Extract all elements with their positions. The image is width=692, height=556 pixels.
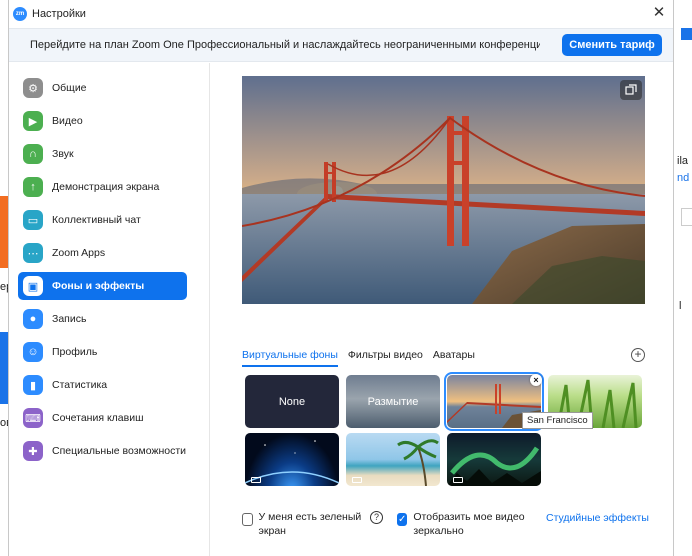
green-screen-label: У меня есть зеленый экран [258,511,362,537]
sidebar-item-keyboard[interactable]: ⌨ Сочетания клавиш [18,404,187,432]
sidebar-item-label: Профиль [52,346,98,358]
video-background-icon [352,477,362,483]
help-icon[interactable]: ? [370,511,383,524]
title-bar: zm Настройки [9,0,673,28]
desktop-text-fragment: l [679,300,682,312]
sidebar-item-label: Фоны и эффекты [52,280,145,292]
sidebar-item-label: Статистика [52,379,108,391]
sidebar-item-background[interactable]: ▣ Фоны и эффекты [18,272,187,300]
desktop-blue-square [681,28,692,40]
copy-icon[interactable] [620,80,642,100]
studio-effects-link[interactable]: Студийные эффекты [546,512,649,524]
sidebar-item-share-screen[interactable]: ↑ Демонстрация экрана [18,173,187,201]
add-background-button[interactable]: + [631,348,645,362]
video-background-icon [251,477,261,483]
sidebar-item-label: Коллективный чат [52,214,141,226]
sidebar-item-label: Демонстрация экрана [52,181,160,193]
background-icon: ▣ [23,276,43,296]
green-screen-checkbox[interactable] [242,513,253,526]
sidebar-item-statistics[interactable]: ▮ Статистика [18,371,187,399]
background-thumb-none[interactable]: None [245,375,339,428]
upgrade-plan-button[interactable]: Сменить тариф [562,34,662,56]
sidebar-item-headphones[interactable]: ∩ Звук [18,140,187,168]
video-camera-icon: ▶ [23,111,43,131]
sidebar-item-accessibility[interactable]: ✚ Специальные возможности [18,437,187,465]
desktop-right-fragment: ila nd l [672,0,692,556]
settings-window: zm Настройки ✕ Перейдите на план Zoom On… [8,0,674,556]
sidebar-item-gear[interactable]: ⚙ Общие [18,74,187,102]
gear-icon: ⚙ [23,78,43,98]
desktop-box-fragment [681,208,692,226]
sidebar-item-video-camera[interactable]: ▶ Видео [18,107,187,135]
background-thumb-label: Размытие [367,395,419,408]
sidebar-item-profile[interactable]: ☺ Профиль [18,338,187,366]
background-thumb-blur[interactable]: Размытие [346,375,440,428]
apps-icon: ⋯ [23,243,43,263]
settings-sidebar: ⚙ Общие ▶ Видео ∩ Звук ↑ Демонстрация экрана ▭ Ко… [9,63,210,556]
green-screen-option: У меня есть зеленый экран [242,510,362,538]
sidebar-item-label: Запись [52,313,87,325]
statistics-icon: ▮ [23,375,43,395]
accessibility-icon: ✚ [23,441,43,461]
sidebar-item-label: Общие [52,82,87,94]
background-tabs: Виртуальные фоны Фильтры видео Аватары [242,345,485,367]
background-thumb-beach[interactable] [346,433,440,486]
sidebar-item-apps[interactable]: ⋯ Zoom Apps [18,239,187,267]
sidebar-item-label: Zoom Apps [52,247,106,259]
share-screen-icon: ↑ [23,177,43,197]
sidebar-item-chat[interactable]: ▭ Коллективный чат [18,206,187,234]
mirror-video-checkbox[interactable]: ✓ [397,513,408,526]
background-thumb-earth[interactable] [245,433,339,486]
desktop-link-fragment: nd [677,172,690,184]
upgrade-banner: Перейдите на план Zoom One Профессиональ… [9,28,673,62]
tab-0[interactable]: Виртуальные фоны [242,345,338,367]
sidebar-item-record[interactable]: ● Запись [18,305,187,333]
mirror-option: ✓ Отобразить мое видео зеркально [397,510,537,538]
mirror-video-label: Отобразить мое видео зеркально [413,511,525,537]
sidebar-item-label: Звук [52,148,74,160]
headphones-icon: ∩ [23,144,43,164]
background-thumb-label: None [278,395,306,408]
video-preview [242,76,645,304]
banner-text: Перейдите на план Zoom One Профессиональ… [30,39,540,51]
sidebar-item-label: Видео [52,115,83,127]
window-title: Настройки [32,8,86,20]
chat-icon: ▭ [23,210,43,230]
tab-1[interactable]: Фильтры видео [348,345,423,367]
record-icon: ● [23,309,43,329]
close-button[interactable]: ✕ [651,5,667,21]
zoom-logo-icon: zm [13,7,27,21]
desktop-text-fragment: ila [677,155,689,167]
sidebar-item-label: Специальные возможности [52,445,187,457]
sidebar-item-label: Сочетания клавиш [52,412,144,424]
video-background-icon [453,477,463,483]
tab-2[interactable]: Аватары [433,345,475,367]
remove-background-icon[interactable]: × [530,374,542,386]
background-thumb-aurora[interactable] [447,433,541,486]
profile-icon: ☺ [23,342,43,362]
background-tooltip: San Francisco [522,412,593,429]
keyboard-icon: ⌨ [23,408,43,428]
golden-gate-bridge-image [242,76,645,304]
